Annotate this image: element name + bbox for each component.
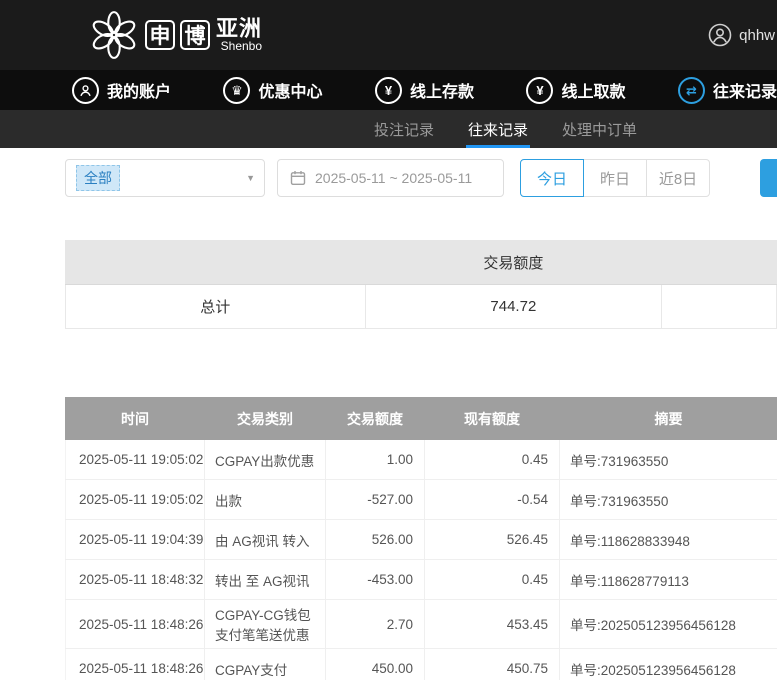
logo-char-1: 申	[145, 20, 175, 50]
table-cell: -0.54	[425, 480, 560, 520]
table-cell: 单号:202505123956456128	[560, 649, 777, 680]
table-row: 2025-05-11 18:48:32转出 至 AG视讯-453.000.45单…	[66, 560, 777, 600]
summary-empty-cell	[662, 285, 777, 329]
table-cell: 2025-05-11 18:48:26	[66, 600, 205, 649]
table-cell: CGPAY-CG钱包支付笔笔送优惠	[205, 600, 326, 649]
table-row: 2025-05-11 18:48:26CGPAY支付450.00450.75单号…	[66, 649, 777, 680]
summary-header-empty	[66, 241, 366, 285]
username: qhhw	[739, 27, 775, 44]
table-cell: 单号:202505123956456128	[560, 600, 777, 649]
table-cell: 2025-05-11 18:48:32	[66, 560, 205, 600]
records-column-header: 时间	[66, 398, 205, 440]
nav-item-withdraw[interactable]: ¥ 线上取款	[526, 77, 625, 104]
nav-item-label: 线上取款	[561, 78, 625, 102]
nav-item-my-account[interactable]: 我的账户	[72, 77, 171, 104]
nav-item-label: 优惠中心	[258, 78, 322, 102]
user-account[interactable]: qhhw	[708, 0, 775, 70]
top-header: 申 博 亚洲 Shenbo qhhw	[0, 0, 777, 70]
records-table: 时间交易类别交易额度现有额度摘要 2025-05-11 19:05:02CGPA…	[65, 397, 777, 680]
quick-range-last8days-button[interactable]: 近8日	[646, 159, 710, 197]
table-cell: 单号:731963550	[560, 440, 777, 480]
flower-logo-icon	[88, 9, 140, 61]
nav-item-deposit[interactable]: ¥ 线上存款	[375, 77, 474, 104]
records-column-header: 现有额度	[425, 398, 560, 440]
quick-range-today-button[interactable]: 今日	[520, 159, 584, 197]
table-cell: 526.00	[326, 520, 425, 560]
crown-icon: ♛	[223, 77, 250, 104]
nav-item-label: 我的账户	[107, 78, 171, 102]
main-nav: 我的账户 ♛ 优惠中心 ¥ 线上存款 ¥ 线上取款 ⇄ 往来记录	[0, 70, 777, 110]
tab-processing-orders[interactable]: 处理中订单	[560, 110, 639, 148]
nav-item-label: 线上存款	[410, 78, 474, 102]
records-column-header: 交易类别	[205, 398, 326, 440]
record-tabs: 投注记录 往来记录 处理中订单	[0, 110, 777, 148]
quick-range-yesterday-button[interactable]: 昨日	[583, 159, 647, 197]
tab-transaction-records[interactable]: 往来记录	[466, 110, 530, 148]
nav-item-transaction-records[interactable]: ⇄ 往来记录	[678, 77, 777, 104]
table-cell: 2025-05-11 19:05:02	[66, 480, 205, 520]
summary-header-amount: 交易额度	[365, 241, 662, 285]
withdraw-coin-icon: ¥	[526, 77, 553, 104]
calendar-icon	[290, 170, 306, 186]
table-row: 2025-05-11 19:05:02CGPAY出款优惠1.000.45单号:7…	[66, 440, 777, 480]
table-cell: 0.45	[425, 560, 560, 600]
records-column-header: 摘要	[560, 398, 777, 440]
transfer-records-icon: ⇄	[678, 77, 705, 104]
table-cell: 2.70	[326, 600, 425, 649]
logo-region-text: 亚洲	[216, 17, 262, 40]
user-icon	[72, 77, 99, 104]
date-range-value: 2025-05-11 ~ 2025-05-11	[315, 170, 472, 186]
nav-item-label: 往来记录	[713, 78, 777, 102]
logo-char-2: 博	[180, 20, 210, 50]
table-cell: CGPAY出款优惠	[205, 440, 326, 480]
table-cell: 单号:731963550	[560, 480, 777, 520]
date-range-input[interactable]: 2025-05-11 ~ 2025-05-11	[277, 159, 504, 197]
table-cell: 450.00	[326, 649, 425, 680]
summary-total-value: 744.72	[365, 285, 662, 329]
type-select-dropdown[interactable]: 全部 ▼	[65, 159, 265, 197]
summary-total-row: 总计 744.72	[66, 285, 777, 329]
table-cell: 453.45	[425, 600, 560, 649]
summary-total-label: 总计	[66, 285, 366, 329]
table-cell: 2025-05-11 18:48:26	[66, 649, 205, 680]
type-select-value: 全部	[76, 165, 120, 191]
logo-subtitle-text: Shenbo	[221, 40, 262, 53]
table-cell: 转出 至 AG视讯	[205, 560, 326, 600]
table-row: 2025-05-11 19:04:39由 AG视讯 转入526.00526.45…	[66, 520, 777, 560]
tab-betting-records[interactable]: 投注记录	[372, 110, 436, 148]
table-cell: 450.75	[425, 649, 560, 680]
table-cell: -453.00	[326, 560, 425, 600]
table-cell: -527.00	[326, 480, 425, 520]
table-cell: 1.00	[326, 440, 425, 480]
table-cell: CGPAY支付	[205, 649, 326, 680]
quick-range-group: 今日 昨日 近8日	[520, 159, 710, 197]
search-button[interactable]	[760, 159, 777, 197]
filter-bar: 全部 ▼ 2025-05-11 ~ 2025-05-11 今日 昨日 近8日	[0, 148, 777, 208]
chevron-down-icon: ▼	[246, 173, 255, 183]
table-cell: 526.45	[425, 520, 560, 560]
summary-header-row: 交易额度	[66, 241, 777, 285]
deposit-coin-icon: ¥	[375, 77, 402, 104]
table-row: 2025-05-11 19:05:02出款-527.00-0.54单号:7319…	[66, 480, 777, 520]
table-cell: 单号:118628833948	[560, 520, 777, 560]
nav-item-promotions[interactable]: ♛ 优惠中心	[223, 77, 322, 104]
table-cell: 2025-05-11 19:04:39	[66, 520, 205, 560]
logo-region: 亚洲 Shenbo	[216, 17, 262, 53]
summary-header-empty	[662, 241, 777, 285]
table-row: 2025-05-11 18:48:26CGPAY-CG钱包支付笔笔送优惠2.70…	[66, 600, 777, 649]
table-cell: 2025-05-11 19:05:02	[66, 440, 205, 480]
table-cell: 出款	[205, 480, 326, 520]
records-header-row: 时间交易类别交易额度现有额度摘要	[66, 398, 777, 440]
table-cell: 单号:118628779113	[560, 560, 777, 600]
user-avatar-icon	[708, 23, 732, 47]
table-cell: 0.45	[425, 440, 560, 480]
brand-logo[interactable]: 申 博 亚洲 Shenbo	[88, 9, 262, 61]
summary-table: 交易额度 总计 744.72	[65, 240, 777, 329]
table-cell: 由 AG视讯 转入	[205, 520, 326, 560]
records-column-header: 交易额度	[326, 398, 425, 440]
